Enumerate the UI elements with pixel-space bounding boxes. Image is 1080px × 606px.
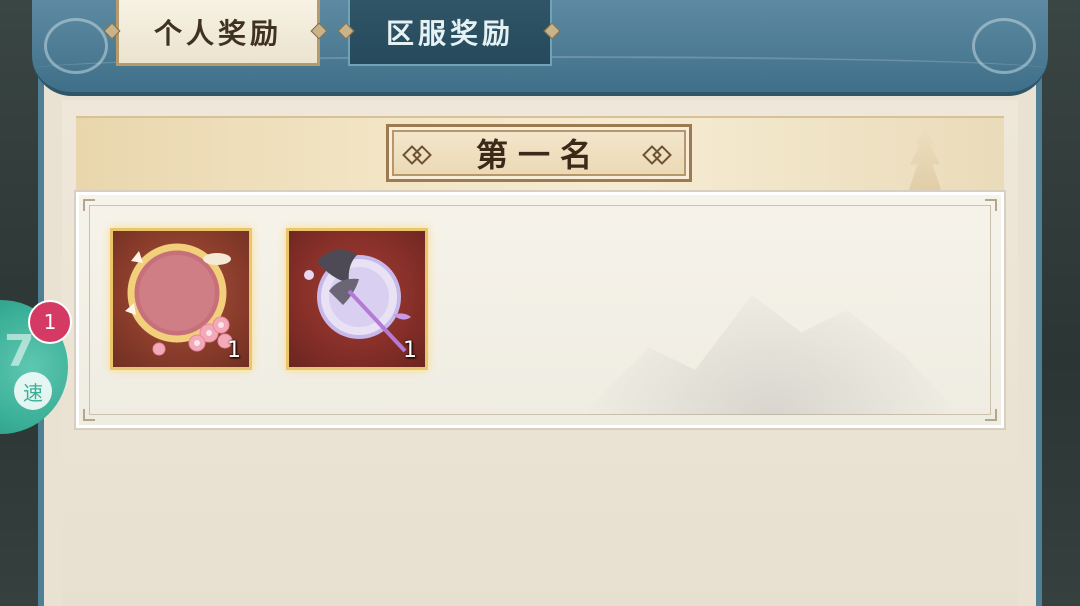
rank-title: 第一名 xyxy=(475,136,602,174)
corner-ornament-icon xyxy=(985,409,997,421)
speed-label: 速 xyxy=(14,372,52,410)
corner-ornament-icon xyxy=(83,199,95,211)
tab-personal-label: 个人奖励 xyxy=(153,16,282,50)
notification-badge: 1 xyxy=(28,300,72,344)
reward-item-slot[interactable]: 1 xyxy=(110,228,252,370)
item-count: 1 xyxy=(227,338,241,363)
reward-item-slot[interactable]: 1 xyxy=(286,228,428,370)
badge-count: 1 xyxy=(43,310,57,334)
lattice-ornament-icon xyxy=(645,147,667,161)
tab-personal-reward[interactable]: 个人奖励 xyxy=(116,0,320,66)
item-count: 1 xyxy=(403,338,417,363)
tab-server-label: 区服奖励 xyxy=(385,17,514,50)
speed-widget-logo-icon: 7 xyxy=(4,326,35,377)
rank-plate: 第一名 xyxy=(386,124,692,182)
pagoda-silhouette-icon xyxy=(907,128,943,194)
lattice-ornament-icon xyxy=(405,147,427,161)
corner-ornament-icon xyxy=(83,409,95,421)
cloud-swirl-icon xyxy=(44,18,108,74)
corner-ornament-icon xyxy=(985,199,997,211)
cloud-swirl-icon xyxy=(972,18,1036,74)
tab-server-reward[interactable]: 区服奖励 xyxy=(348,0,552,66)
